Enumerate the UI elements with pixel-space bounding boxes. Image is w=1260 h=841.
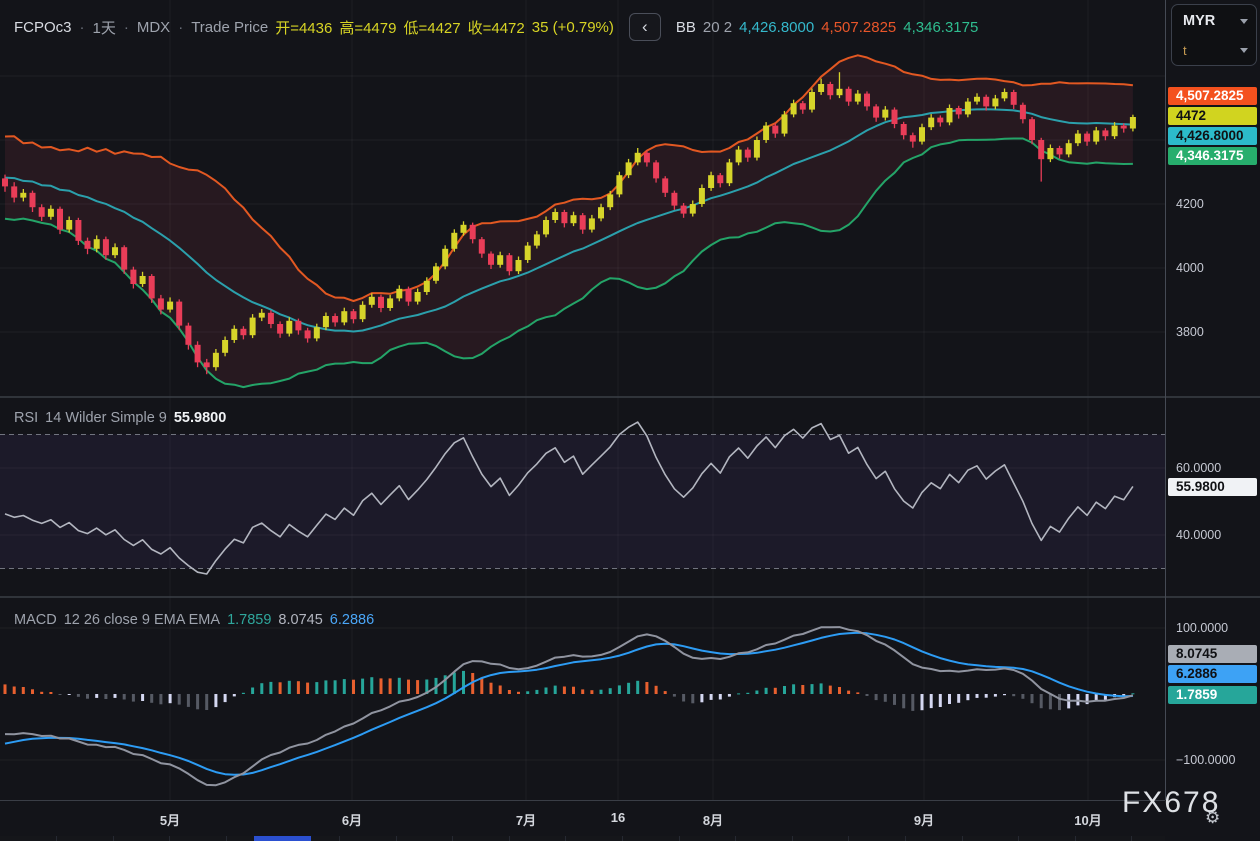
strip-active-segment[interactable]	[254, 836, 311, 841]
strip-divider	[848, 836, 849, 841]
interval-label: 1天	[93, 17, 116, 38]
chevron-down-icon	[1240, 19, 1248, 24]
bb-upper-price-tag: 4,507.2825	[1168, 87, 1257, 105]
time-tick: 10月	[1074, 810, 1101, 829]
strip-divider	[1131, 836, 1132, 841]
macd-tick: −100.0000	[1176, 753, 1235, 767]
scroll-strip[interactable]	[0, 836, 1165, 841]
rsi-value-tag: 55.9800	[1168, 478, 1257, 496]
price-tick: 3800	[1176, 325, 1204, 339]
unit-dropdown[interactable]: t	[1183, 36, 1248, 64]
time-axis[interactable]: 5月 6月 7月 16 8月 9月 10月	[0, 800, 1165, 837]
strip-divider	[396, 836, 397, 841]
strip-divider	[169, 836, 170, 841]
series-type-label: Trade Price	[191, 19, 268, 36]
strip-divider	[792, 836, 793, 841]
bb-upper-value: 4,507.2825	[821, 19, 896, 36]
bb-basis-value: 4,426.8000	[739, 19, 814, 36]
bb-params: 20 2	[703, 19, 732, 36]
rsi-params: 14 Wilder Simple 9	[45, 410, 167, 426]
macd-line-value: 8.0745	[278, 612, 322, 628]
strip-divider	[113, 836, 114, 841]
currency-unit-selector: MYR t	[1171, 4, 1257, 66]
low-value: 低=4427	[403, 17, 460, 38]
open-value: 开=4436	[275, 17, 332, 38]
strip-divider	[565, 836, 566, 841]
strip-divider	[905, 836, 906, 841]
time-tick: 6月	[342, 810, 362, 829]
rsi-tick: 60.0000	[1176, 461, 1221, 475]
chart-window: FCPOc3 · 1天 · MDX · Trade Price 开=4436 高…	[0, 0, 1260, 841]
bb-basis-price-tag: 4,426.8000	[1168, 127, 1257, 145]
change-value: 35 (+0.79%)	[532, 19, 614, 36]
macd-params: 12 26 close 9 EMA EMA	[64, 612, 220, 628]
main-legend: FCPOc3 · 1天 · MDX · Trade Price 开=4436 高…	[14, 13, 978, 41]
macd-tick: 100.0000	[1176, 621, 1228, 635]
close-value: 收=4472	[468, 17, 525, 38]
macd-value-tag: 8.0745	[1168, 645, 1257, 663]
strip-divider	[622, 836, 623, 841]
price-axis[interactable]: 4,507.2825 4472 4,426.8000 4,346.3175 55…	[1165, 0, 1260, 800]
strip-divider	[1075, 836, 1076, 841]
macd-indicator-label: MACD	[14, 612, 57, 628]
currency-dropdown[interactable]: MYR	[1183, 7, 1248, 35]
strip-divider	[735, 836, 736, 841]
gear-icon[interactable]: ⚙	[1205, 808, 1220, 828]
exchange-label: MDX	[137, 19, 170, 36]
strip-divider	[226, 836, 227, 841]
rsi-tick: 40.0000	[1176, 528, 1221, 542]
bb-lower-value: 4,346.3175	[903, 19, 978, 36]
chevron-down-icon	[1240, 48, 1248, 53]
last-price-tag: 4472	[1168, 107, 1257, 125]
strip-divider	[452, 836, 453, 841]
time-tick: 5月	[160, 810, 180, 829]
strip-divider	[509, 836, 510, 841]
time-tick: 16	[611, 810, 625, 825]
macd-legend: MACD 12 26 close 9 EMA EMA 1.7859 8.0745…	[14, 612, 374, 628]
price-tick: 4000	[1176, 261, 1204, 275]
time-tick: 8月	[703, 810, 723, 829]
symbol-label: FCPOc3	[14, 19, 72, 36]
rsi-legend: RSI 14 Wilder Simple 9 55.9800	[14, 410, 226, 426]
bb-lower-price-tag: 4,346.3175	[1168, 147, 1257, 165]
currency-value: MYR	[1183, 13, 1215, 29]
rsi-indicator-label: RSI	[14, 410, 38, 426]
price-tick: 4200	[1176, 197, 1204, 211]
macd-hist-value: 1.7859	[227, 612, 271, 628]
strip-divider	[962, 836, 963, 841]
signal-value-tag: 6.2886	[1168, 665, 1257, 683]
bb-indicator-label: BB	[676, 19, 696, 36]
hist-value-tag: 1.7859	[1168, 686, 1257, 704]
strip-divider	[56, 836, 57, 841]
strip-divider	[339, 836, 340, 841]
rsi-value: 55.9800	[174, 410, 226, 426]
high-value: 高=4479	[339, 17, 396, 38]
macd-signal-value: 6.2886	[330, 612, 374, 628]
collapse-legend-button[interactable]: ‹	[629, 13, 661, 41]
time-tick: 7月	[516, 810, 536, 829]
time-tick: 9月	[914, 810, 934, 829]
strip-divider	[1018, 836, 1019, 841]
unit-value: t	[1183, 43, 1187, 58]
strip-divider	[679, 836, 680, 841]
